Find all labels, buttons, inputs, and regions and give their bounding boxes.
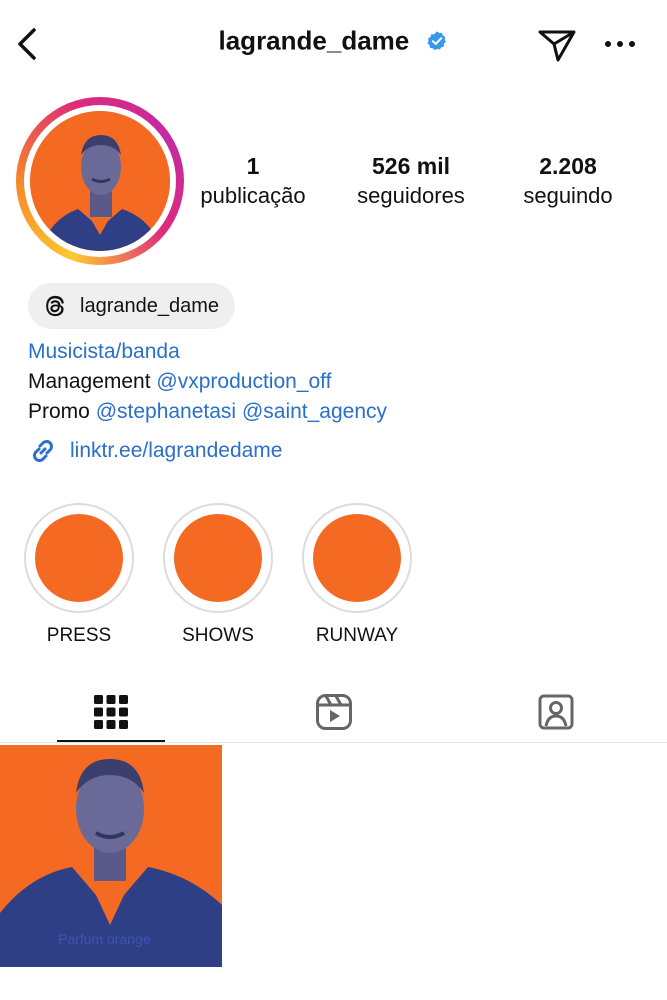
mention-stephanetasi[interactable]: @stephanetasi xyxy=(96,400,236,423)
avatar-photo xyxy=(30,111,170,251)
verified-badge-icon xyxy=(427,31,447,51)
tagged-person-icon xyxy=(538,694,574,730)
username-title: lagrande_dame xyxy=(218,25,410,56)
followers-count[interactable]: 526 mil seguidores xyxy=(341,151,481,211)
highlight-press[interactable]: PRESS xyxy=(24,503,134,647)
following-count-value: 2.208 xyxy=(539,153,597,179)
threads-icon xyxy=(46,295,64,317)
highlight-label: PRESS xyxy=(46,625,112,646)
bio-management-line: Management @vxproduction_off xyxy=(28,367,331,397)
highlight-runway[interactable]: RUNWAY xyxy=(302,503,412,647)
posts-count[interactable]: 1 publicação xyxy=(192,151,314,211)
post-thumbnail[interactable]: Parfum orange xyxy=(0,745,222,967)
external-link-text: linktr.ee/lagrandedame xyxy=(70,439,283,462)
following-count-label: seguindo xyxy=(523,183,613,208)
bio-promo-label: Promo xyxy=(28,400,96,423)
tab-tagged[interactable] xyxy=(502,682,610,742)
highlight-cover xyxy=(313,514,401,602)
paper-plane-icon xyxy=(538,30,576,62)
profile-avatar[interactable] xyxy=(16,97,184,265)
portrait-image xyxy=(30,111,170,251)
mention-vxproduction[interactable]: @vxproduction_off xyxy=(156,370,331,393)
following-count[interactable]: 2.208 seguindo xyxy=(508,151,628,211)
highlight-label: RUNWAY xyxy=(315,625,399,646)
link-icon xyxy=(33,440,53,462)
threads-handle: lagrande_dame xyxy=(80,294,219,317)
highlight-cover xyxy=(174,514,262,602)
bio-promo-line: Promo @stephanetasi @saint_agency xyxy=(28,397,387,427)
tabs-divider xyxy=(0,742,667,743)
reels-icon xyxy=(316,694,352,730)
threads-profile-chip[interactable]: lagrande_dame xyxy=(28,283,235,329)
send-message-button[interactable] xyxy=(536,24,578,64)
tab-posts-grid[interactable] xyxy=(57,682,165,742)
followers-count-label: seguidores xyxy=(357,183,465,208)
profile-category[interactable]: Musicista/banda xyxy=(28,337,180,367)
post-caption: Parfum orange xyxy=(58,931,151,947)
highlight-cover xyxy=(35,514,123,602)
more-dots-icon xyxy=(605,41,635,47)
tab-reels[interactable] xyxy=(280,682,388,742)
external-link[interactable]: linktr.ee/lagrandedame xyxy=(28,436,282,466)
highlight-label: SHOWS xyxy=(182,625,254,646)
bio-management-label: Management xyxy=(28,370,157,393)
followers-count-value: 526 mil xyxy=(372,153,450,179)
posts-count-value: 1 xyxy=(246,153,260,179)
more-options-button[interactable] xyxy=(602,24,638,64)
posts-count-label: publicação xyxy=(200,183,306,208)
grid-icon xyxy=(94,695,128,729)
mention-saint-agency[interactable]: @saint_agency xyxy=(242,400,387,423)
highlight-shows[interactable]: SHOWS xyxy=(163,503,273,647)
